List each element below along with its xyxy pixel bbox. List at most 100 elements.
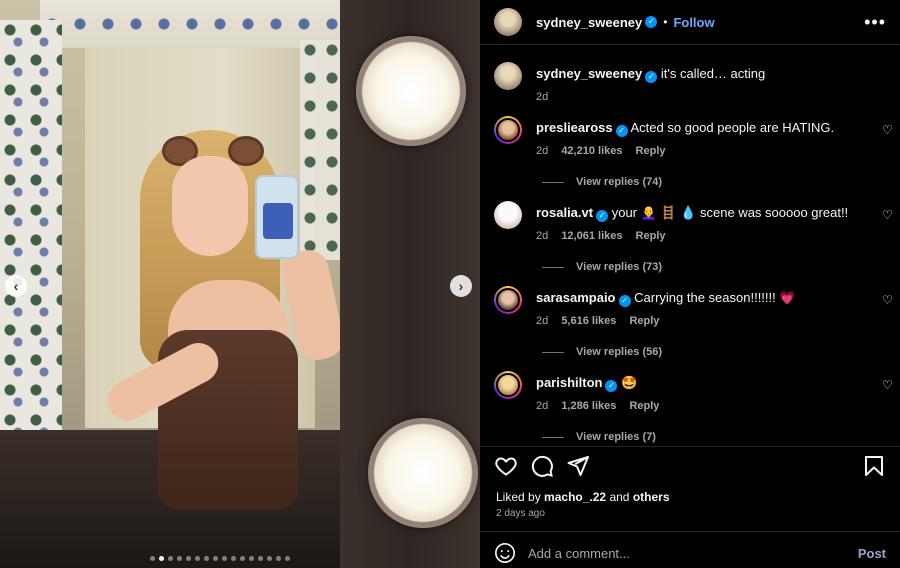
carousel-dot [213,556,218,561]
heart-icon[interactable]: ♡ [882,124,894,136]
comment-reply-button[interactable]: Reply [629,315,659,327]
actions-divider [480,446,900,447]
commenter-username[interactable]: parishilton [536,375,602,390]
comment-time: 2d [536,230,549,242]
carousel-dot [150,556,155,561]
liked-by: Liked by macho_.22 and others [496,490,670,504]
view-replies-label: View replies (74) [576,176,663,188]
view-replies-label: View replies (73) [576,261,663,273]
carousel-dot [240,556,245,561]
view-replies-label: View replies (56) [576,346,663,358]
comment-item: sarasampaio ✓ Carrying the season!!!!!!! … [494,286,894,327]
comment-input[interactable]: Add a comment... [528,546,630,561]
comment-icon[interactable] [530,454,554,478]
post-header: sydney_sweeney ✓ • Follow ••• [480,0,900,44]
photo-vanity-bulb [368,418,478,528]
heart-icon[interactable]: ♡ [882,379,894,391]
comment-likes[interactable]: 12,061 likes [561,230,622,242]
comment-time: 2d [536,315,549,327]
post-caption: sydney_sweeney ✓ it's called… acting 2d [494,62,884,103]
comment-composer: Add a comment... Post [480,538,900,568]
commenter-avatar[interactable] [494,116,522,144]
comment-likes[interactable]: 42,210 likes [561,145,622,157]
comment-text: 🤩 [621,375,638,390]
view-replies-button[interactable]: View replies (56) [542,346,662,358]
carousel-dot [177,556,182,561]
comment-reply-button[interactable]: Reply [629,400,659,412]
composer-divider [480,531,900,532]
carousel-next-button[interactable]: › [450,275,472,297]
carousel-prev-button[interactable]: ‹ [5,275,27,297]
carousel-dot [204,556,209,561]
header-separator: • [663,15,668,29]
carousel-dot [195,556,200,561]
emoji-icon[interactable] [494,542,516,564]
photo-phone [255,175,299,259]
comment-item: rosalia.vt ✓ your 👩‍🦲 🪜 💧 scene was soooo… [494,201,894,242]
view-replies-button[interactable]: View replies (74) [542,176,662,188]
carousel-dot [186,556,191,561]
carousel-dot [276,556,281,561]
commenter-avatar[interactable] [494,286,522,314]
commenter-username[interactable]: sarasampaio [536,290,616,305]
view-replies-label: View replies (7) [576,431,656,443]
carousel-dot [159,556,164,561]
comment-likes[interactable]: 5,616 likes [561,315,616,327]
bookmark-icon[interactable] [862,454,886,478]
post-timestamp[interactable]: 2 days ago [496,508,545,519]
author-username[interactable]: sydney_sweeney [536,15,642,30]
comment-text: your 👩‍🦲 🪜 💧 scene was sooooo great!! [611,205,849,220]
author-avatar[interactable] [494,8,522,36]
carousel-dot [285,556,290,561]
comment-reply-button[interactable]: Reply [636,145,666,157]
liked-by-and: and [609,490,630,504]
comment-time: 2d [536,145,549,157]
caption-username[interactable]: sydney_sweeney [536,66,642,81]
commenter-username[interactable]: rosalia.vt [536,205,593,220]
caption-avatar[interactable] [494,62,522,90]
comment-item: preslieaross ✓ Acted so good people are H… [494,116,894,157]
caption-text: it's called… acting [660,66,766,81]
liked-by-user[interactable]: macho_.22 [544,490,606,504]
verified-badge-icon: ✓ [645,71,658,83]
comment-likes[interactable]: 1,286 likes [561,400,616,412]
commenter-username[interactable]: preslieaross [536,120,613,135]
heart-icon[interactable]: ♡ [882,209,894,221]
chevron-right-icon: › [458,278,464,294]
post-comment-button[interactable]: Post [858,546,886,561]
verified-badge-icon: ✓ [645,16,658,28]
commenter-avatar[interactable] [494,371,522,399]
carousel-dot [168,556,173,561]
comment-reply-button[interactable]: Reply [636,230,666,242]
comment-time: 2d [536,400,549,412]
verified-badge-icon: ✓ [596,210,609,222]
heart-icon[interactable]: ♡ [882,294,894,306]
verified-badge-icon: ✓ [618,295,631,307]
comment-text: Carrying the season!!!!!!! 💗 [634,290,796,305]
liked-by-prefix: Liked by [496,490,541,504]
heart-icon[interactable] [494,454,518,478]
post-media[interactable]: ‹ › [0,0,480,568]
view-replies-button[interactable]: View replies (7) [542,431,656,443]
liked-by-others[interactable]: others [633,490,670,504]
carousel-dot [231,556,236,561]
carousel-indicator [150,556,290,561]
carousel-dot [258,556,263,561]
post-panel: sydney_sweeney ✓ • Follow ••• sydney_swe… [480,0,900,568]
comment-text: Acted so good people are HATING. [630,120,835,135]
photo-wallpaper-border [40,0,340,48]
view-replies-button[interactable]: View replies (73) [542,261,662,273]
share-icon[interactable] [566,454,590,478]
commenter-avatar[interactable] [494,201,522,229]
photo-subject [100,130,347,520]
chevron-left-icon: ‹ [13,278,19,294]
follow-button[interactable]: Follow [673,15,714,30]
action-bar [494,452,886,480]
header-divider [480,44,900,45]
carousel-dot [249,556,254,561]
more-options-icon[interactable]: ••• [864,12,886,33]
photo-vanity-bulb [356,36,466,146]
carousel-dot [267,556,272,561]
verified-badge-icon: ✓ [615,125,628,137]
verified-badge-icon: ✓ [605,380,618,392]
